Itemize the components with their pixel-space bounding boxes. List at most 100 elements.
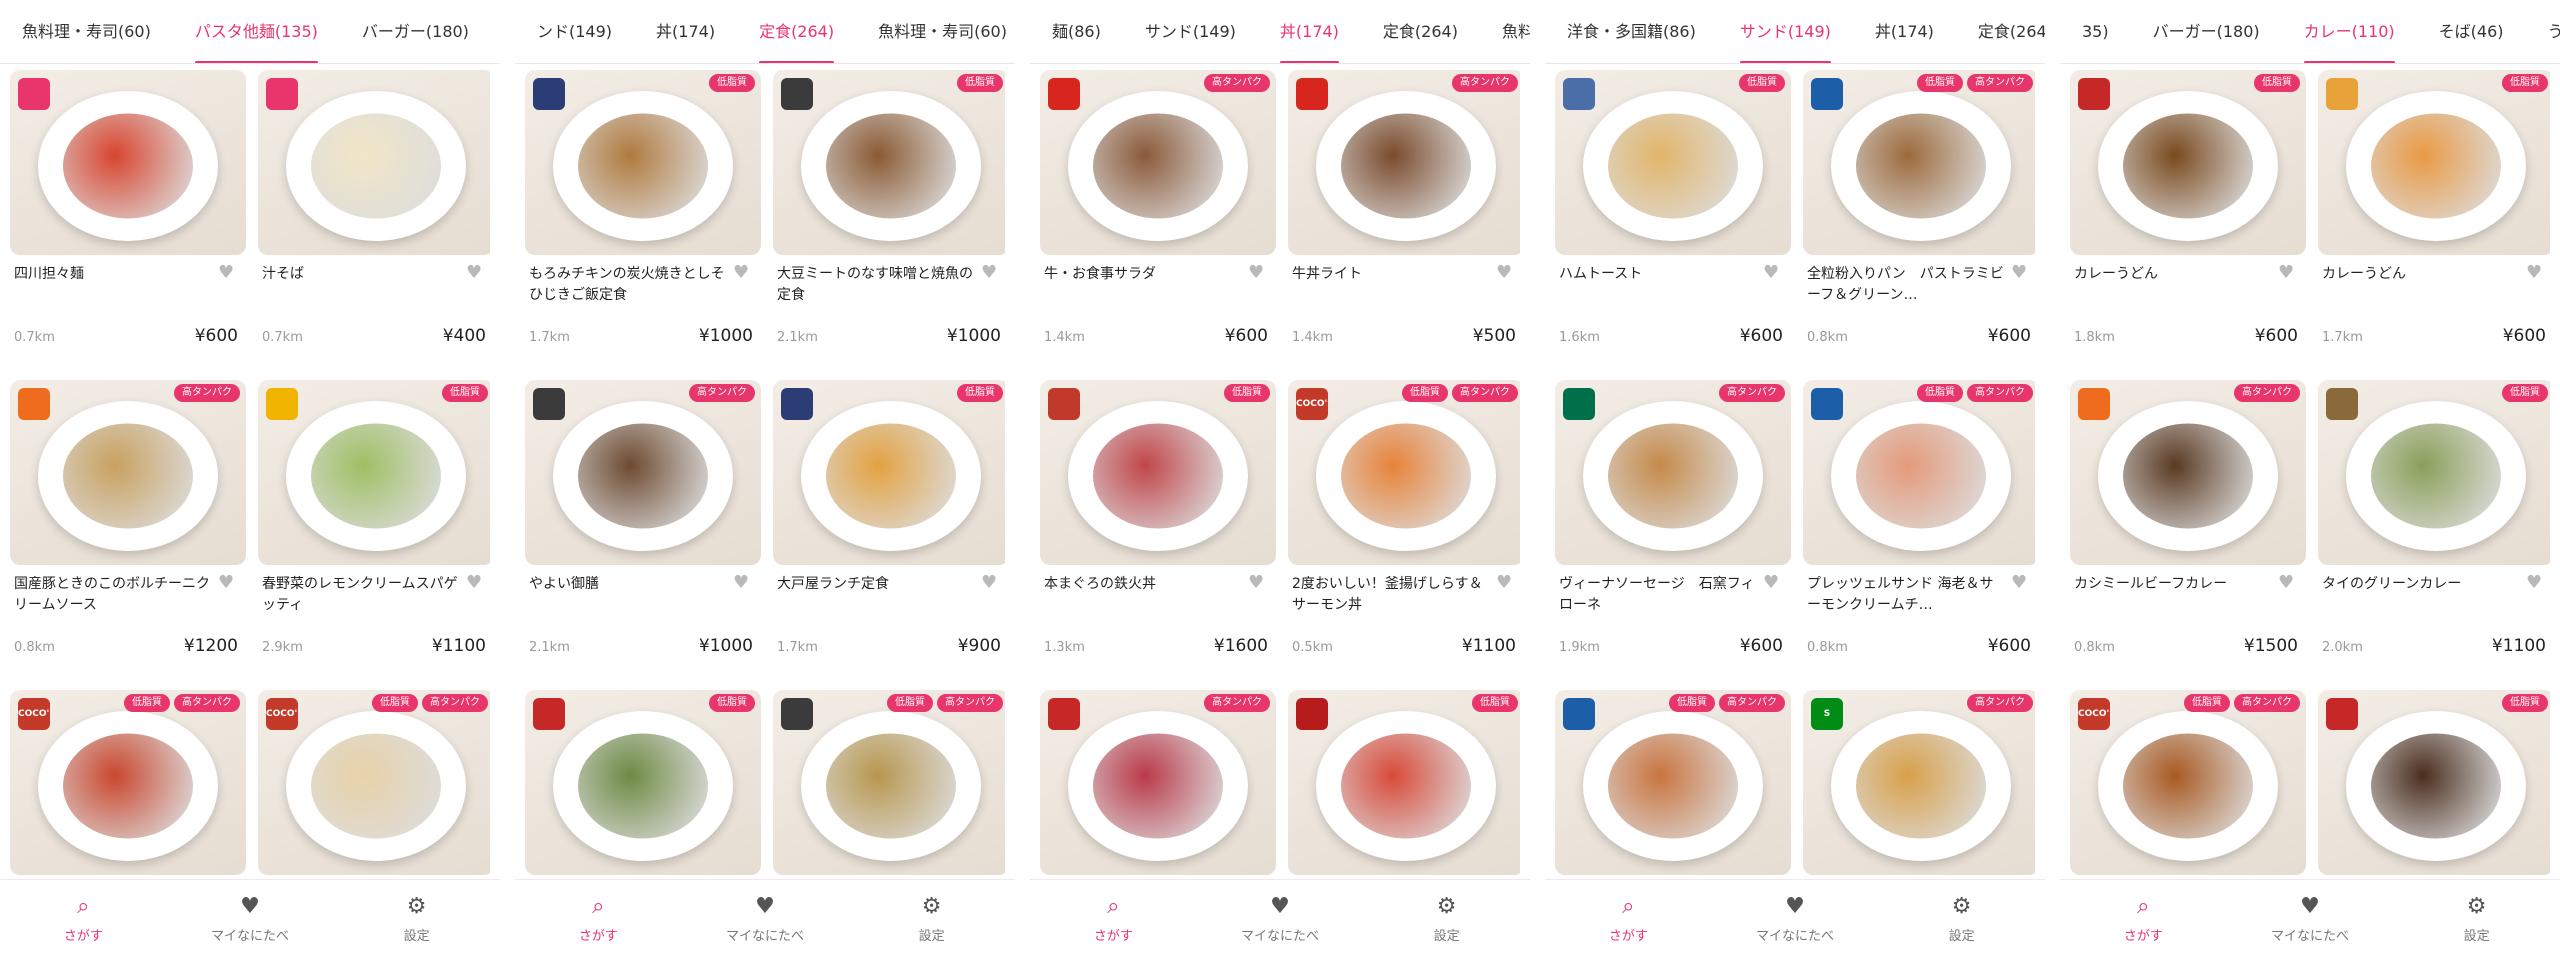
favorite-heart-icon[interactable]: ♥ (466, 264, 484, 282)
menu-card[interactable]: 低脂質高タンパク♥ (773, 684, 1005, 879)
food-photo[interactable]: S 高タンパク (1803, 690, 2035, 875)
menu-card[interactable]: 高タンパク やよい御膳 ♥ 2.1km ¥1000 (525, 374, 761, 684)
food-photo[interactable]: COCO'S 低脂質高タンパク (10, 690, 246, 875)
nav-item[interactable]: ♥ マイなにたべ (705, 895, 825, 945)
category-tab[interactable]: 魚料理・ (1480, 0, 1530, 63)
food-photo[interactable]: 高タンパク (2070, 380, 2306, 565)
nav-item[interactable]: ⚙ 設定 (1902, 895, 2022, 945)
food-photo[interactable]: 低脂質 (525, 70, 761, 255)
category-tab[interactable]: バーガー(180) (340, 0, 491, 63)
nav-item[interactable]: ♥ マイなにたべ (1735, 895, 1855, 945)
menu-card[interactable]: 汁そば ♥ 0.7km ¥400 (258, 64, 490, 374)
food-photo[interactable]: 高タンパク (1288, 70, 1520, 255)
favorite-heart-icon[interactable]: ♥ (2278, 574, 2296, 592)
menu-card[interactable]: 高タンパク ヴィーナソーセージ 石窯フィローネ ♥ 1.9km ¥600 (1555, 374, 1791, 684)
menu-card[interactable]: 高タンパク♥ (1040, 684, 1276, 879)
category-tab[interactable]: 洋食・多国籍(86) (1545, 0, 1718, 63)
favorite-heart-icon[interactable]: ♥ (733, 574, 751, 592)
food-photo[interactable]: 高タンパク (1040, 70, 1276, 255)
food-photo[interactable]: COCO'S 低脂質高タンパク (2070, 690, 2306, 875)
food-photo[interactable]: 高タンパク (1555, 380, 1791, 565)
food-photo[interactable]: 低脂質 (525, 690, 761, 875)
favorite-heart-icon[interactable]: ♥ (1496, 264, 1514, 282)
menu-card[interactable]: 高タンパク カシミールビーフカレー ♥ 0.8km ¥1500 (2070, 374, 2306, 684)
favorite-heart-icon[interactable]: ♥ (1763, 574, 1781, 592)
menu-card[interactable]: 低脂質 本まぐろの鉄火丼 ♥ 1.3km ¥1600 (1040, 374, 1276, 684)
nav-item[interactable]: ⌕ さがす (1053, 895, 1173, 945)
food-photo[interactable]: 低脂質 (2318, 690, 2550, 875)
food-photo[interactable]: 低脂質 (1555, 70, 1791, 255)
food-photo[interactable]: 低脂質 高タンパク (773, 690, 1005, 875)
nav-item[interactable]: ♥ マイなにたべ (2250, 895, 2370, 945)
category-tab[interactable]: 丼(174) (1258, 0, 1361, 63)
food-photo[interactable]: 低脂質 高タンパク (1555, 690, 1791, 875)
category-tab[interactable]: ンド(149) (515, 0, 634, 63)
food-photo[interactable]: 高タンパク (10, 380, 246, 565)
menu-card[interactable]: 低脂質♥ (1288, 684, 1520, 879)
nav-item[interactable]: ⌕ さがす (538, 895, 658, 945)
food-photo[interactable]: 低脂質 (1288, 690, 1520, 875)
favorite-heart-icon[interactable]: ♥ (2011, 574, 2029, 592)
favorite-heart-icon[interactable]: ♥ (1496, 574, 1514, 592)
nav-item[interactable]: ⚙ 設定 (357, 895, 477, 945)
menu-card[interactable]: 低脂質 春野菜のレモンクリームスパゲッティ ♥ 2.9km ¥1100 (258, 374, 490, 684)
menu-card[interactable]: 高タンパク 国産豚ときのこのボルチーニクリームソース ♥ 0.8km ¥1200 (10, 374, 246, 684)
food-photo[interactable]: 低脂質 (2318, 70, 2550, 255)
category-tab[interactable]: 定食(264) (1361, 0, 1480, 63)
nav-item[interactable]: ⚙ 設定 (872, 895, 992, 945)
category-tab[interactable]: サンド(149) (1718, 0, 1853, 63)
category-tab[interactable]: 定食(264) (737, 0, 856, 63)
menu-card[interactable]: 低脂質 タイのグリーンカレー ♥ 2.0km ¥1100 (2318, 374, 2550, 684)
menu-card[interactable]: 低脂質 高タンパク 全粒粉入りパン パストラミビーフ＆グリーン… ♥ 0.8km ¥600 (1803, 64, 2035, 374)
menu-card[interactable]: 低脂質 高タンパク プレッツェルサンド 海老＆サーモンクリームチ… ♥ 0.8km ¥60… (1803, 374, 2035, 684)
nav-item[interactable]: ⌕ さがす (2083, 895, 2203, 945)
menu-card[interactable]: 低脂質 カレーうどん ♥ 1.7km ¥600 (2318, 64, 2550, 374)
menu-card[interactable]: S高タンパク♥ (1803, 684, 2035, 879)
nav-item[interactable]: ⚙ 設定 (2417, 895, 2537, 945)
food-photo[interactable]: COCO'S 低脂質高タンパク (258, 690, 490, 875)
favorite-heart-icon[interactable]: ♥ (2278, 264, 2296, 282)
nav-item[interactable]: ⌕ さがす (23, 895, 143, 945)
favorite-heart-icon[interactable]: ♥ (1248, 574, 1266, 592)
category-tab[interactable]: うどん( (2526, 0, 2560, 63)
category-tab[interactable]: パスタ他麺(135) (173, 0, 340, 63)
menu-card[interactable]: 低脂質♥ (525, 684, 761, 879)
nav-item[interactable]: ⚙ 設定 (1387, 895, 1507, 945)
category-tab[interactable]: そば(46) (2417, 0, 2526, 63)
category-tab[interactable]: 35) (2060, 0, 2131, 63)
menu-card[interactable]: COCO'S低脂質高タンパク手長み生湯葉と明太子♥ (258, 684, 490, 879)
menu-card[interactable]: COCO'S 低脂質高タンパク 2度おいしい！釜揚げしらす＆サーモン丼 ♥ 0.5km ¥… (1288, 374, 1520, 684)
food-photo[interactable]: 高タンパク (525, 380, 761, 565)
favorite-heart-icon[interactable]: ♥ (218, 574, 236, 592)
favorite-heart-icon[interactable]: ♥ (733, 264, 751, 282)
nav-item[interactable]: ⌕ さがす (1568, 895, 1688, 945)
favorite-heart-icon[interactable]: ♥ (2526, 574, 2544, 592)
favorite-heart-icon[interactable]: ♥ (981, 574, 999, 592)
menu-card[interactable]: 低脂質 カレーうどん ♥ 1.8km ¥600 (2070, 64, 2306, 374)
food-photo[interactable]: 低脂質 高タンパク (1803, 70, 2035, 255)
food-photo[interactable]: 低脂質 (2318, 380, 2550, 565)
favorite-heart-icon[interactable]: ♥ (1248, 264, 1266, 282)
food-photo[interactable]: 低脂質 (773, 70, 1005, 255)
menu-card[interactable]: 四川担々麺 ♥ 0.7km ¥600 (10, 64, 246, 374)
menu-card[interactable]: 高タンパク 牛丼ライト ♥ 1.4km ¥500 (1288, 64, 1520, 374)
category-tab[interactable]: 丼(174) (634, 0, 737, 63)
category-tab[interactable]: バーガー(180) (2131, 0, 2282, 63)
food-photo[interactable] (10, 70, 246, 255)
menu-card[interactable]: 低脂質 もろみチキンの炭火焼きとしそひじきご飯定食 ♥ 1.7km ¥1000 (525, 64, 761, 374)
food-photo[interactable]: 低脂質 (258, 380, 490, 565)
category-tab[interactable]: サンド(149) (1123, 0, 1258, 63)
favorite-heart-icon[interactable]: ♥ (981, 264, 999, 282)
nav-item[interactable]: ♥ マイなにたべ (190, 895, 310, 945)
category-tab[interactable]: 魚料理・寿司(60) (856, 0, 1015, 63)
food-photo[interactable]: 低脂質 (773, 380, 1005, 565)
favorite-heart-icon[interactable]: ♥ (2011, 264, 2029, 282)
menu-card[interactable]: 低脂質 ハムトースト ♥ 1.6km ¥600 (1555, 64, 1791, 374)
food-photo[interactable]: 低脂質 (1040, 380, 1276, 565)
food-photo[interactable]: COCO'S 低脂質高タンパク (1288, 380, 1520, 565)
category-tab[interactable]: 定食(264 (1956, 0, 2045, 63)
category-tab[interactable]: カレー(110) (2282, 0, 2417, 63)
menu-card[interactable]: 低脂質♥ (2318, 684, 2550, 879)
menu-card[interactable]: COCO'S低脂質高タンパク魚介のスープパスタ♥ (10, 684, 246, 879)
food-photo[interactable]: 低脂質 高タンパク (1803, 380, 2035, 565)
